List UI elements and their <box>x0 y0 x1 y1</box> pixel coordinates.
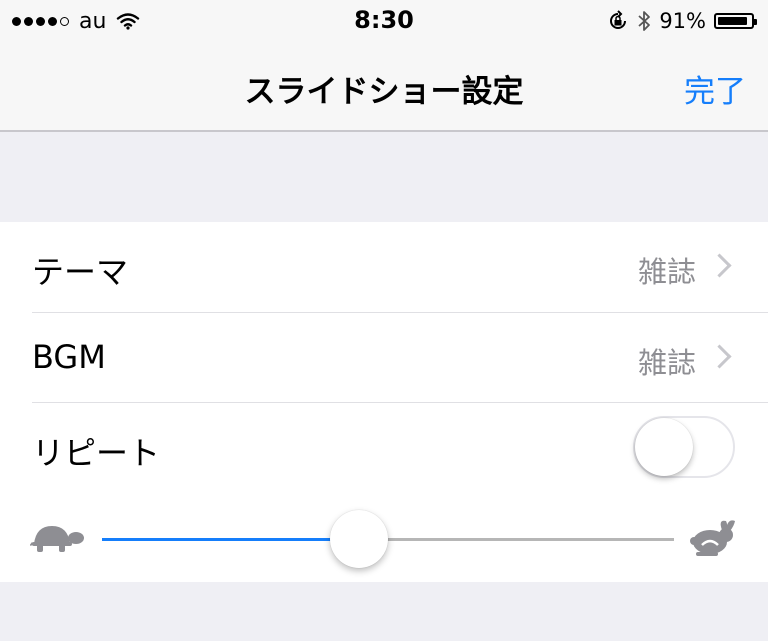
navigation-bar: スライドショー設定 完了 <box>0 42 768 132</box>
done-button[interactable]: 完了 <box>684 66 746 111</box>
repeat-label: リピート <box>32 434 161 472</box>
rabbit-icon <box>690 520 735 556</box>
toggle-knob <box>635 418 693 476</box>
turtle-icon <box>30 526 84 552</box>
bgm-value: 雑誌 <box>637 346 696 380</box>
chevron-right-icon <box>707 253 732 278</box>
status-bar: au 8:30 91% <box>0 0 768 42</box>
theme-label: テーマ <box>32 253 129 291</box>
bluetooth-icon <box>638 11 651 31</box>
battery-level-fill <box>718 17 747 25</box>
bgm-row[interactable]: BGM 雑誌 <box>0 313 768 403</box>
bgm-label: BGM <box>32 338 106 376</box>
page-title: スライドショー設定 <box>244 74 524 110</box>
battery-percentage: 91% <box>659 9 706 33</box>
chevron-right-icon <box>707 344 732 369</box>
theme-row[interactable]: テーマ 雑誌 <box>0 222 768 312</box>
speed-slider-thumb[interactable] <box>330 510 389 568</box>
status-right: 91% <box>607 8 757 34</box>
orientation-lock-icon <box>610 10 627 29</box>
theme-value: 雑誌 <box>637 255 696 289</box>
speed-slider-fill <box>102 538 360 541</box>
battery-icon <box>714 13 757 29</box>
repeat-toggle[interactable] <box>633 416 735 478</box>
